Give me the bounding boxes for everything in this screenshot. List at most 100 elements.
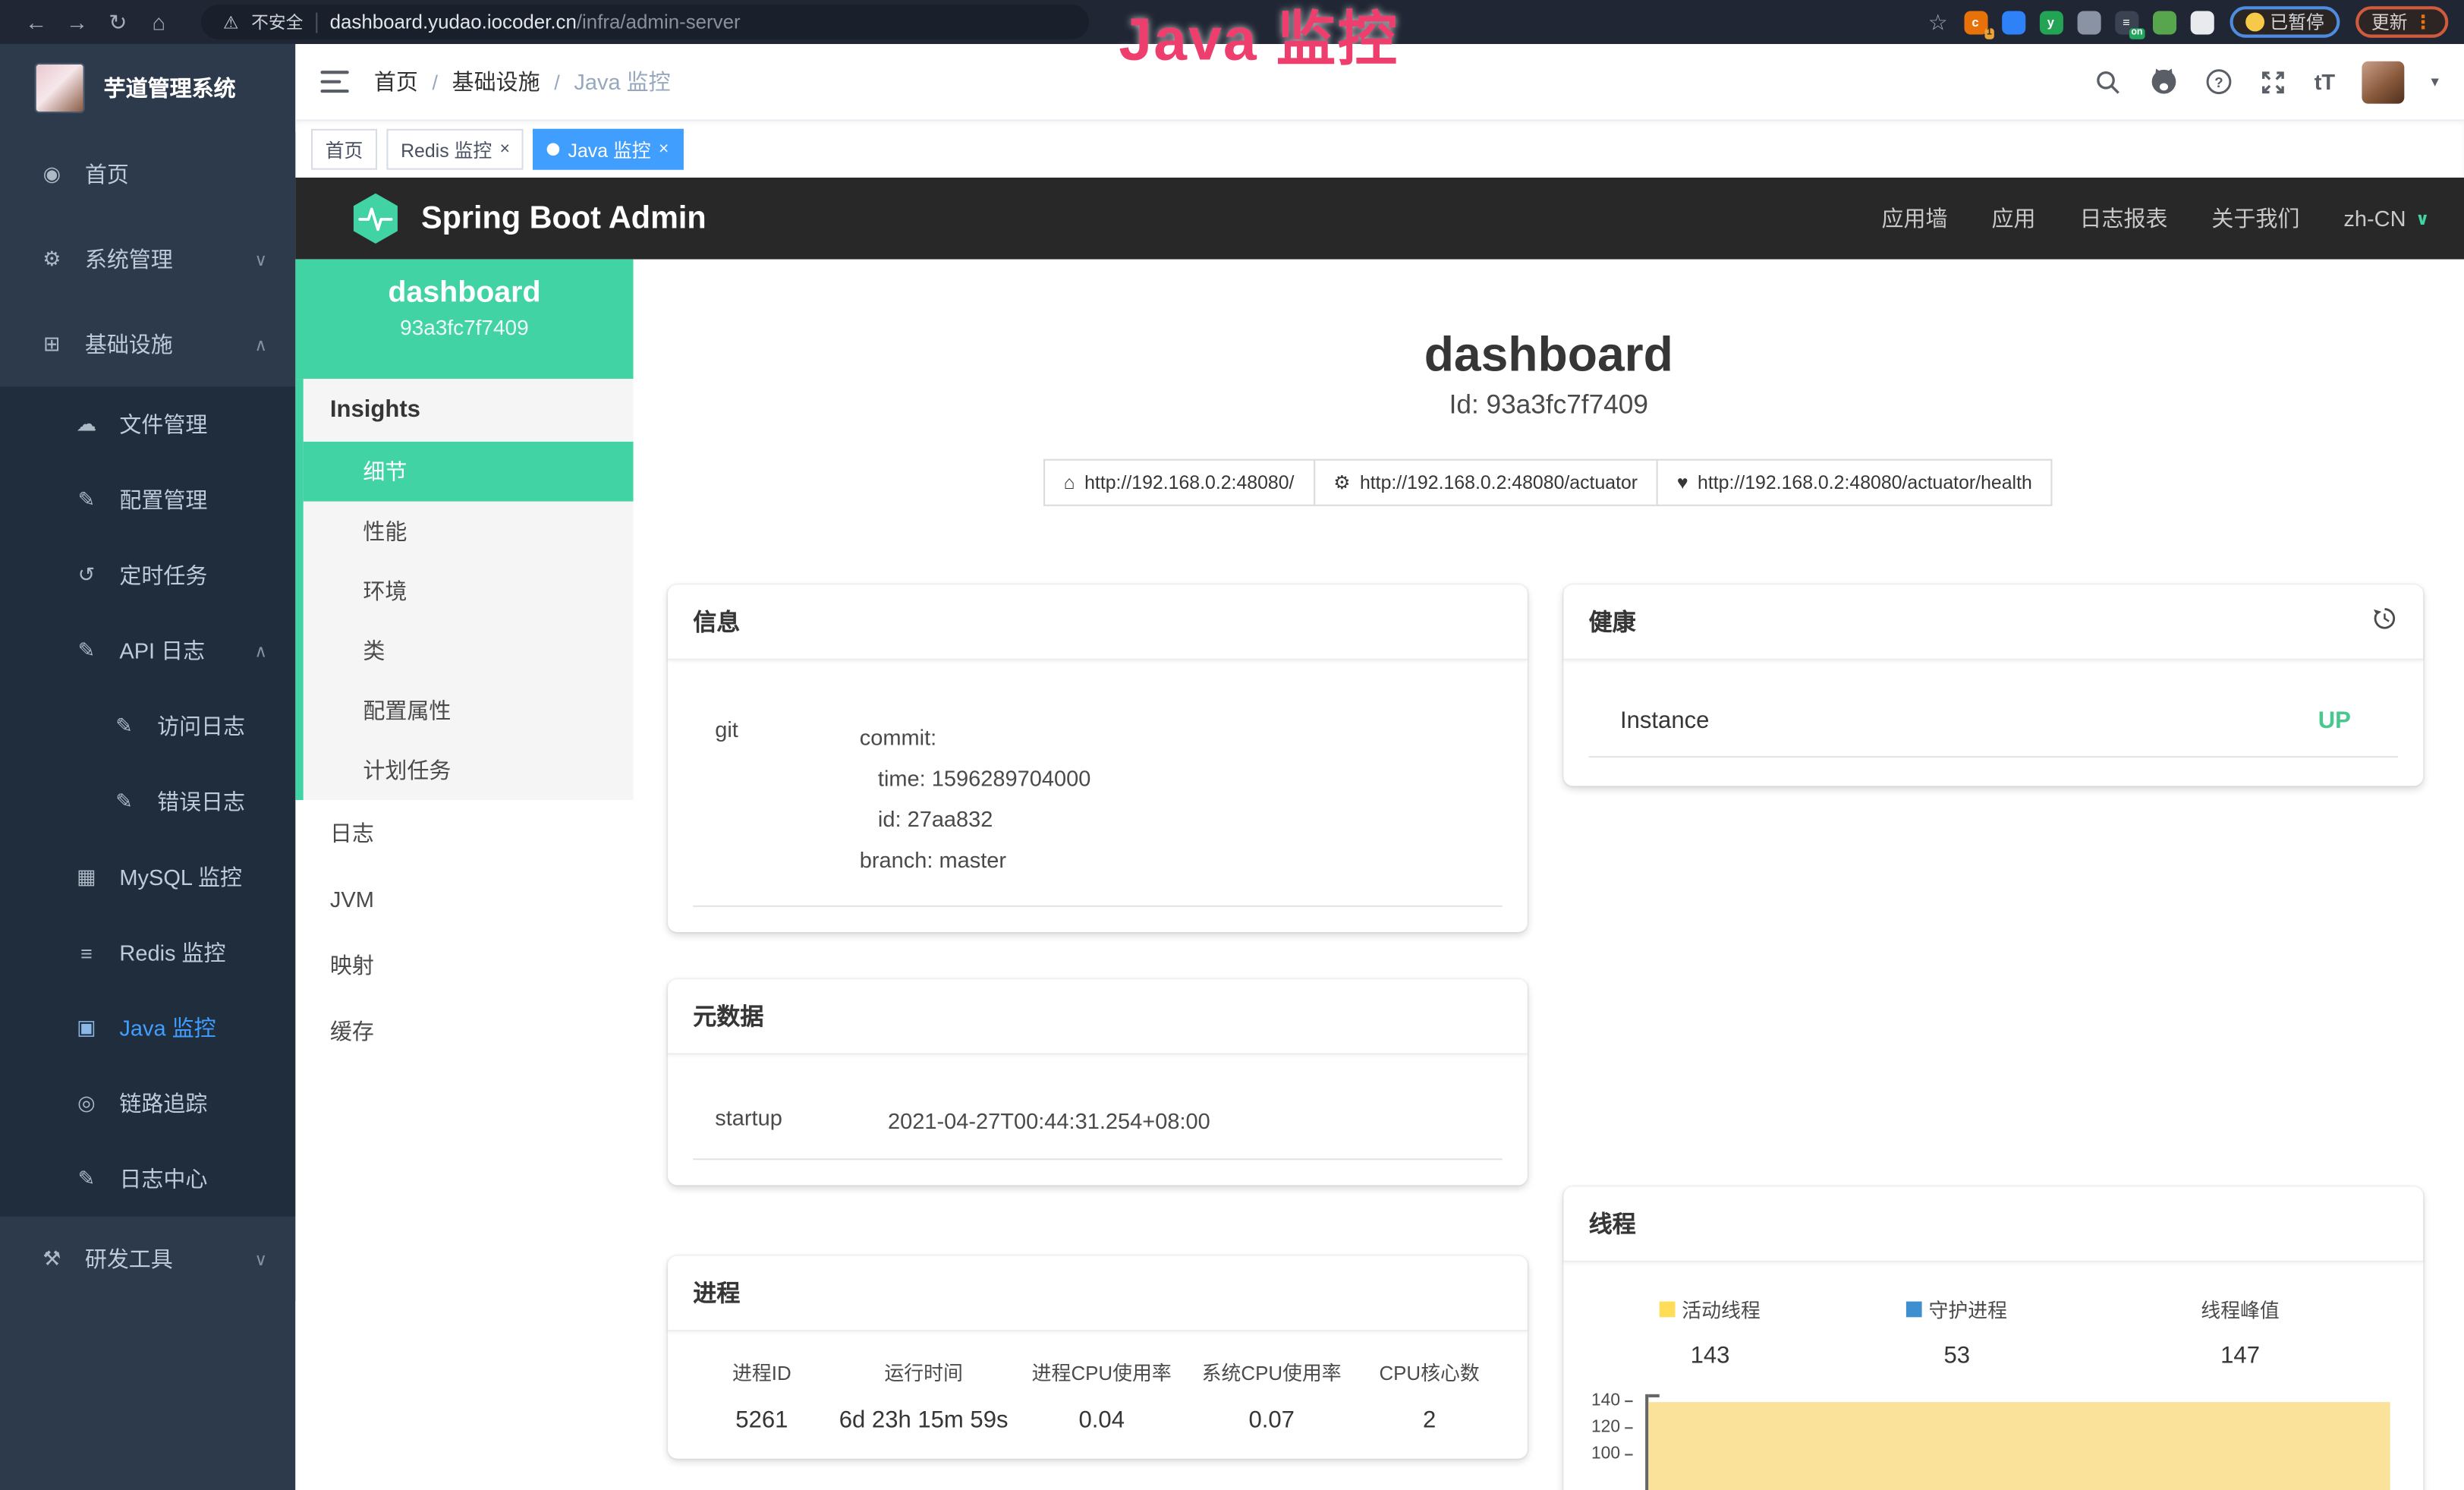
sidebar-item-java-monitor-label: Java 监控 — [119, 1013, 216, 1044]
instance-link[interactable]: ♥http://192.168.0.2:48080/actuator/healt… — [1657, 459, 2053, 506]
metadata-value: 2021-04-27T00:44:31.254+08:00 — [888, 1105, 1210, 1136]
sba-item-计划任务[interactable]: 计划任务 — [304, 740, 634, 800]
sba-nav-journal[interactable]: 日志报表 — [2079, 203, 2167, 234]
sba-locale-select[interactable]: zh-CN∨ — [2343, 206, 2429, 231]
thread-value: 53 — [1832, 1343, 2083, 1369]
sba-item-缓存[interactable]: 缓存 — [295, 998, 633, 1064]
sidebar-item-redis-monitor[interactable]: ≡Redis 监控 — [0, 915, 295, 990]
breadcrumb-separator: / — [432, 70, 438, 93]
sidebar-item-system[interactable]: ⚙系统管理∨ — [0, 217, 295, 302]
sba-item-日志[interactable]: 日志 — [295, 800, 633, 866]
update-button[interactable]: 更新 ⋮ — [2355, 6, 2448, 37]
extension-puzzle-icon[interactable] — [2190, 10, 2214, 33]
edit-icon: ✎ — [72, 487, 100, 512]
process-col-header: 系统CPU使用率 — [1187, 1356, 1357, 1386]
back-button[interactable]: ← — [16, 8, 57, 35]
font-size-icon[interactable]: tT — [2315, 69, 2335, 94]
extension-leaf-icon[interactable] — [2152, 10, 2176, 33]
extension-pin-icon[interactable] — [2001, 10, 2025, 33]
extension-badge: 1 — [1985, 27, 1994, 38]
sba-item-环境[interactable]: 环境 — [304, 561, 634, 621]
paused-label: 已暂停 — [2270, 9, 2324, 34]
sba-instance-header[interactable]: dashboard 93a3fc7f7409 — [295, 260, 633, 379]
tab-Redis 监控[interactable]: Redis 监控× — [386, 129, 524, 170]
instance-link[interactable]: ⚙http://192.168.0.2:48080/actuator — [1313, 459, 1658, 506]
sidebar-item-tracing[interactable]: ◎链路追踪 — [0, 1066, 295, 1141]
tab-Java 监控[interactable]: Java 监控× — [533, 129, 683, 170]
sidebar-item-access-logs[interactable]: ✎访问日志 — [0, 688, 295, 764]
extension-grid-icon[interactable] — [2077, 10, 2101, 33]
legend-item: 活动线程 — [1589, 1294, 1832, 1324]
legend-swatch — [1660, 1301, 1676, 1317]
sidebar-item-dev-tools[interactable]: ⚒研发工具∨ — [0, 1217, 295, 1302]
sba-brand-title[interactable]: Spring Boot Admin — [421, 200, 706, 237]
sidebar-item-mysql-monitor[interactable]: ▦MySQL 监控 — [0, 840, 295, 915]
log-icon: ✎ — [110, 713, 138, 739]
breadcrumb-separator: / — [554, 70, 560, 93]
sba-item-细节[interactable]: 细节 — [304, 442, 634, 502]
extension-orange-icon[interactable]: c1 — [1963, 10, 1987, 33]
extension-green-y-icon[interactable]: y — [2039, 10, 2063, 33]
security-label[interactable]: 不安全 — [251, 9, 303, 34]
search-icon[interactable] — [2094, 68, 2123, 96]
bookmark-star-icon[interactable]: ☆ — [1928, 8, 1948, 35]
instance-link[interactable]: ⌂http://192.168.0.2:48080/ — [1043, 459, 1315, 506]
caret-down-icon[interactable]: ▾ — [2431, 73, 2438, 90]
sba-item-JVM[interactable]: JVM — [295, 866, 633, 932]
health-status-badge: UP — [2318, 707, 2351, 734]
svg-text:?: ? — [2214, 74, 2223, 90]
reload-button[interactable]: ↻ — [97, 8, 138, 35]
extension-list-icon[interactable]: ≡on — [2114, 10, 2138, 33]
sidebar-item-log-center[interactable]: ✎日志中心 — [0, 1141, 295, 1216]
sidebar-item-api-logs[interactable]: ✎API 日志∧ — [0, 613, 295, 688]
sidebar-item-infrastructure[interactable]: ⊞基础设施∧ — [0, 302, 295, 387]
sba-item-映射[interactable]: 映射 — [295, 932, 633, 998]
help-icon[interactable]: ? — [2204, 68, 2233, 96]
history-icon[interactable] — [2371, 606, 2398, 638]
address-bar[interactable]: ⚠ 不安全 dashboard.yudao.iocoder.cn/infra/a… — [201, 5, 1089, 39]
page-subtitle: Id: 93a3fc7f7409 — [634, 390, 2464, 421]
legend-item: 线程峰值 — [2082, 1294, 2398, 1324]
sidebar-item-file-management[interactable]: ☁文件管理 — [0, 386, 295, 461]
sba-item-配置属性[interactable]: 配置属性 — [304, 681, 634, 741]
instance-links: ⌂http://192.168.0.2:48080/⚙http://192.16… — [634, 459, 2464, 506]
y-tick-label: 100 — [1591, 1444, 1633, 1463]
threads-chart-y-axis: 140120100 — [1589, 1388, 1646, 1490]
instance-link-label: http://192.168.0.2:48080/actuator/health — [1698, 472, 2032, 494]
tab-首页[interactable]: 首页 — [311, 129, 377, 170]
sidebar-item-config-management[interactable]: ✎配置管理 — [0, 462, 295, 537]
sidebar-item-java-monitor[interactable]: ▣Java 监控 — [0, 991, 295, 1066]
home-button[interactable]: ⌂ — [138, 8, 179, 35]
breadcrumb-item[interactable]: 基础设施 — [452, 66, 540, 97]
info-value-line: commit: — [860, 717, 1091, 758]
app-logo-row[interactable]: 芋道管理系统 — [0, 44, 295, 132]
sba-nav-wallboard[interactable]: 应用墙 — [1882, 203, 1948, 234]
sba-item-类[interactable]: 类 — [304, 621, 634, 681]
forward-button[interactable]: → — [57, 8, 98, 35]
close-icon[interactable]: × — [500, 140, 510, 158]
info-value-line: branch: master — [860, 840, 1091, 880]
info-value: commit: time: 1596289704000 id: 27aa832b… — [860, 717, 1091, 880]
tick-mark — [1625, 1400, 1632, 1401]
health-card-title: 健康 — [1589, 606, 1636, 638]
sba-item-性能[interactable]: 性能 — [304, 502, 634, 562]
sba-nav-applications[interactable]: 应用 — [1992, 203, 2036, 234]
table-icon: ▦ — [72, 865, 100, 890]
hamburger-icon[interactable] — [320, 71, 348, 93]
sidebar-item-home[interactable]: ◉首页 — [0, 132, 295, 217]
log-icon: ✎ — [110, 789, 138, 814]
close-icon[interactable]: × — [659, 140, 669, 158]
breadcrumb-item[interactable]: 首页 — [374, 66, 418, 97]
sba-nav-about[interactable]: 关于我们 — [2211, 203, 2299, 234]
info-card-title: 信息 — [668, 585, 1528, 660]
sba-logo-icon — [349, 192, 402, 245]
github-icon[interactable] — [2149, 68, 2177, 96]
sidebar-item-error-logs[interactable]: ✎错误日志 — [0, 764, 295, 839]
sidebar-item-scheduled-tasks[interactable]: ↺定时任务 — [0, 537, 295, 613]
chevron-down-icon: ∨ — [254, 249, 267, 269]
instance-link-label: http://192.168.0.2:48080/ — [1084, 472, 1294, 494]
paused-pill[interactable]: 已暂停 — [2229, 6, 2340, 37]
fullscreen-icon[interactable] — [2259, 68, 2287, 96]
user-avatar[interactable] — [2362, 61, 2404, 103]
browser-menu-icon[interactable]: ⋮ — [2414, 11, 2433, 33]
